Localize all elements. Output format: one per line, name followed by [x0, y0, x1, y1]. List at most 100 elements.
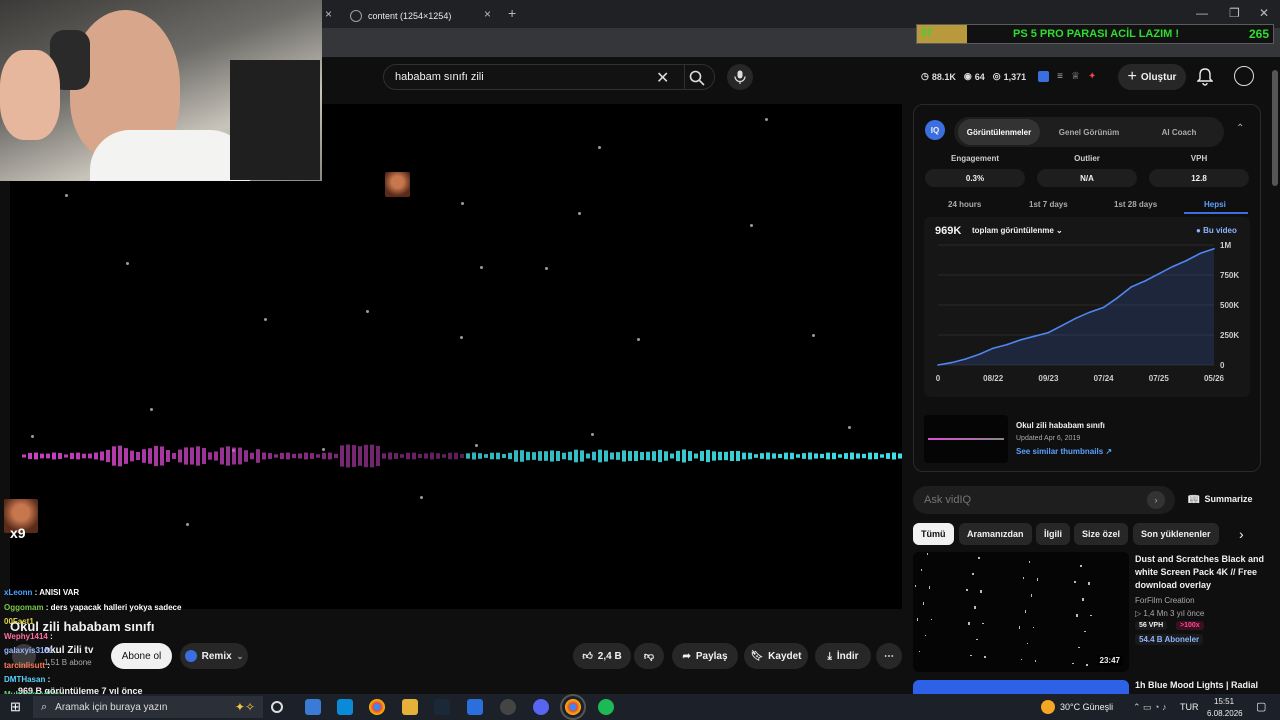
spotify-icon[interactable] — [598, 699, 614, 715]
chevron-right-icon[interactable]: › — [1239, 526, 1244, 542]
scrollbar-thumb[interactable] — [1272, 70, 1278, 186]
notifications-bell-icon[interactable] — [1197, 68, 1213, 86]
close-tab-icon[interactable]: × — [325, 7, 332, 21]
chip-recent[interactable]: Son yüklenenler — [1133, 523, 1219, 545]
clock-date[interactable]: 6.08.2026 — [1207, 709, 1243, 718]
browser-tab[interactable]: content (1254×1254) — [350, 4, 490, 28]
close-window-icon[interactable]: ✕ — [1259, 6, 1269, 20]
recommended-title[interactable]: Dust and Scratches Black and white Scree… — [1135, 553, 1267, 592]
video-thumbnail[interactable] — [924, 415, 1008, 463]
recommended-channel[interactable]: ForFilm Creation — [1135, 596, 1195, 605]
recommended-title[interactable]: 1h Blue Mood Lights | Radial — [1135, 680, 1258, 690]
collapse-icon[interactable]: ⌃ — [1236, 123, 1244, 134]
clock-time[interactable]: 15:51 — [1214, 697, 1234, 706]
series-point — [1158, 273, 1160, 275]
views-chart-card: 969K toplam görüntülenme ⌄ ● Bu video 0 2… — [924, 217, 1250, 397]
chip-all[interactable]: Tümü — [913, 523, 954, 545]
y-tick-label: 750K — [1220, 271, 1239, 280]
share-button[interactable]: ➦ Paylaş — [672, 643, 738, 669]
weather-text[interactable]: 30°C Güneşli — [1060, 702, 1113, 712]
save-button[interactable]: 🔖︎ Kaydet — [744, 643, 808, 669]
recommended-thumbnail[interactable] — [913, 680, 1129, 694]
chat-username[interactable]: Oggomam — [4, 603, 44, 612]
waveform-bar — [112, 446, 116, 466]
chip-from-search[interactable]: Aramanızdan — [959, 523, 1032, 545]
discord-icon[interactable] — [533, 699, 549, 715]
recommended-thumbnail[interactable]: 23:47 — [913, 552, 1129, 672]
tab-views[interactable]: Görüntülenmeler — [958, 119, 1040, 145]
obs-icon[interactable] — [500, 699, 516, 715]
y-tick-label: 0 — [1220, 361, 1225, 370]
windows-start-icon[interactable]: ⊞ — [10, 699, 21, 715]
minimize-icon[interactable]: — — [1196, 6, 1208, 20]
tab-ai-coach[interactable]: AI Coach — [1138, 119, 1220, 145]
search-input[interactable] — [384, 71, 644, 83]
emote-combo-count: x9 — [10, 525, 26, 541]
new-tab-button[interactable]: + — [508, 5, 516, 21]
waveform-bar — [400, 454, 404, 458]
ask-vidiq-input[interactable] — [913, 494, 1133, 506]
file-explorer-icon[interactable] — [402, 699, 418, 715]
waveform-bar — [742, 452, 746, 460]
chip-related[interactable]: İlgili — [1036, 523, 1070, 545]
bell-off-icon[interactable]: ✦ — [1088, 71, 1096, 82]
search-icon[interactable] — [689, 70, 705, 86]
cortana-icon[interactable] — [271, 701, 283, 713]
waveform-bar — [316, 454, 320, 458]
app-icon[interactable] — [467, 699, 483, 715]
search-box[interactable]: ✕ — [383, 64, 715, 90]
language-indicator[interactable]: TUR — [1180, 702, 1199, 712]
voice-search-button[interactable] — [727, 64, 753, 90]
more-icon: ⋯ — [884, 650, 894, 662]
chat-username[interactable]: tarcinlisutt — [4, 661, 45, 670]
series-point — [1033, 335, 1036, 337]
remix-button[interactable]: Remix ⌄ — [180, 643, 248, 669]
send-icon[interactable]: › — [1147, 491, 1165, 509]
clear-search-icon[interactable]: ✕ — [656, 68, 669, 88]
range-tab-28d[interactable]: 1st 28 days — [1114, 200, 1157, 209]
star — [420, 496, 423, 499]
app-icon[interactable] — [305, 699, 321, 715]
maximize-icon[interactable]: ❐ — [1229, 6, 1240, 20]
waveform-bar — [658, 449, 662, 463]
total-views-dropdown[interactable]: toplam görüntülenme ⌄ — [972, 226, 1063, 235]
like-button[interactable]: 👍︎ 2,4 B — [573, 643, 631, 669]
plus-icon: + — [1127, 68, 1137, 85]
chat-message: galaxyis3151 : — [4, 646, 58, 655]
series-point — [1047, 331, 1050, 334]
waveform-bar — [820, 453, 824, 459]
system-tray-icons[interactable]: ⌃ ▭ ◔ ♪ — [1133, 702, 1166, 713]
range-tab-24h[interactable]: 24 hours — [948, 200, 981, 209]
chip-for-you[interactable]: Size özel — [1074, 523, 1129, 545]
range-tab-7d[interactable]: 1st 7 days — [1029, 200, 1068, 209]
download-button[interactable]: ⤓ İndir — [815, 643, 871, 669]
tab-overview[interactable]: Genel Görünüm — [1048, 119, 1130, 145]
dislike-button[interactable]: 👎︎ — [634, 643, 664, 669]
chat-username[interactable]: galaxyis3151 — [4, 646, 53, 655]
chat-username[interactable]: DMTHasan — [4, 675, 45, 684]
chat-username[interactable]: 00Fast1 — [4, 617, 34, 626]
more-actions-button[interactable]: ⋯ — [876, 643, 902, 669]
waveform-bar — [778, 453, 782, 459]
ask-vidiq-box[interactable]: › — [913, 486, 1175, 514]
close-tab-icon[interactable]: × — [484, 7, 491, 21]
taskbar-search[interactable]: ⌕ Aramak için buraya yazın ✦✧ — [33, 696, 263, 718]
avatar[interactable] — [1234, 66, 1254, 86]
notification-center-icon[interactable]: ▢ — [1256, 700, 1266, 713]
similar-thumbnails-link[interactable]: See similar thumbnails ↗ — [1016, 447, 1112, 456]
chrome-icon[interactable] — [560, 694, 586, 720]
chat-username[interactable]: xLeonn — [4, 588, 32, 597]
waveform-bar — [124, 448, 128, 464]
chat-username[interactable]: Wephy1414 — [4, 632, 48, 641]
create-button[interactable]: + Oluştur — [1118, 64, 1186, 90]
waveform-bar — [460, 453, 464, 459]
summarize-button[interactable]: 📖︎ Summarize — [1188, 494, 1252, 505]
vidiq-icon[interactable] — [1038, 71, 1050, 82]
range-tab-all[interactable]: Hepsi — [1204, 200, 1226, 209]
trophy-icon[interactable]: ♕ — [1071, 71, 1080, 82]
steam-icon[interactable] — [434, 699, 450, 715]
store-icon[interactable] — [337, 699, 353, 715]
list-icon[interactable]: ≡ — [1057, 71, 1063, 82]
chrome-icon[interactable] — [369, 699, 385, 715]
subscribe-button[interactable]: Abone ol — [111, 643, 172, 669]
